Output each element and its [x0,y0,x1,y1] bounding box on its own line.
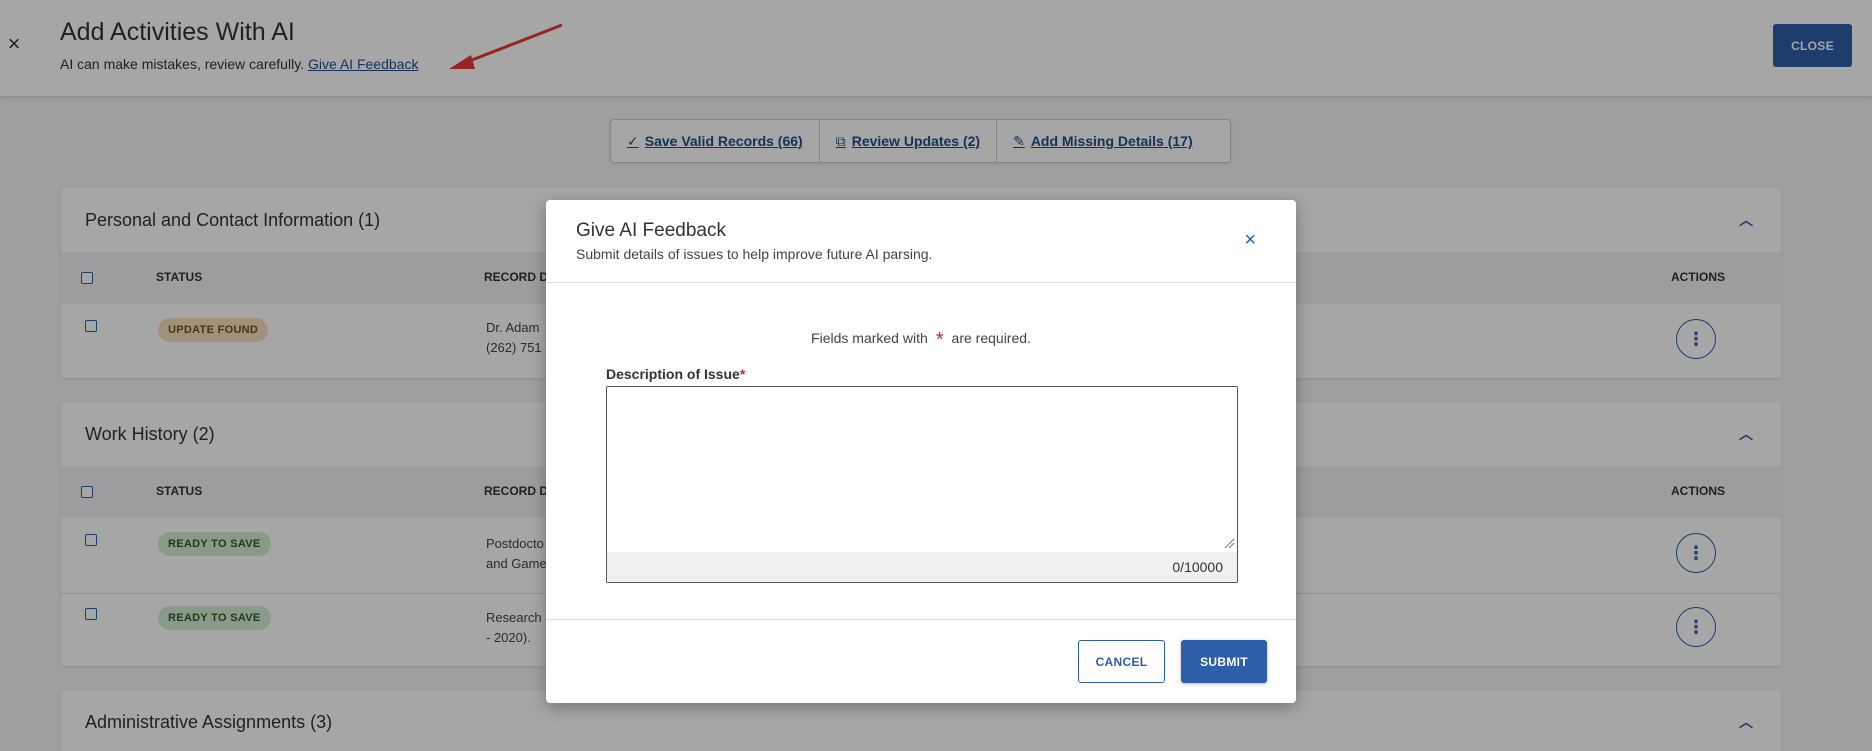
description-field-wrapper: 0/10000 [606,386,1238,583]
cancel-button[interactable]: CANCEL [1078,640,1165,683]
divider [546,282,1296,283]
dialog-title: Give AI Feedback [576,220,726,241]
required-star: * [935,329,944,351]
divider [546,619,1296,620]
close-icon[interactable]: × [1244,230,1256,250]
resize-grip-icon[interactable] [1223,537,1235,549]
description-label: Description of Issue* [606,366,746,382]
character-counter-bar: 0/10000 [607,552,1237,582]
character-counter: 0/10000 [1172,559,1223,575]
dialog-subtitle: Submit details of issues to help improve… [576,246,933,262]
give-ai-feedback-dialog: Give AI Feedback Submit details of issue… [546,200,1296,703]
submit-button[interactable]: SUBMIT [1181,640,1267,683]
description-textarea[interactable] [607,387,1237,552]
required-marker: * [739,366,746,382]
required-fields-note: Fields marked with * are required. [811,329,1031,351]
